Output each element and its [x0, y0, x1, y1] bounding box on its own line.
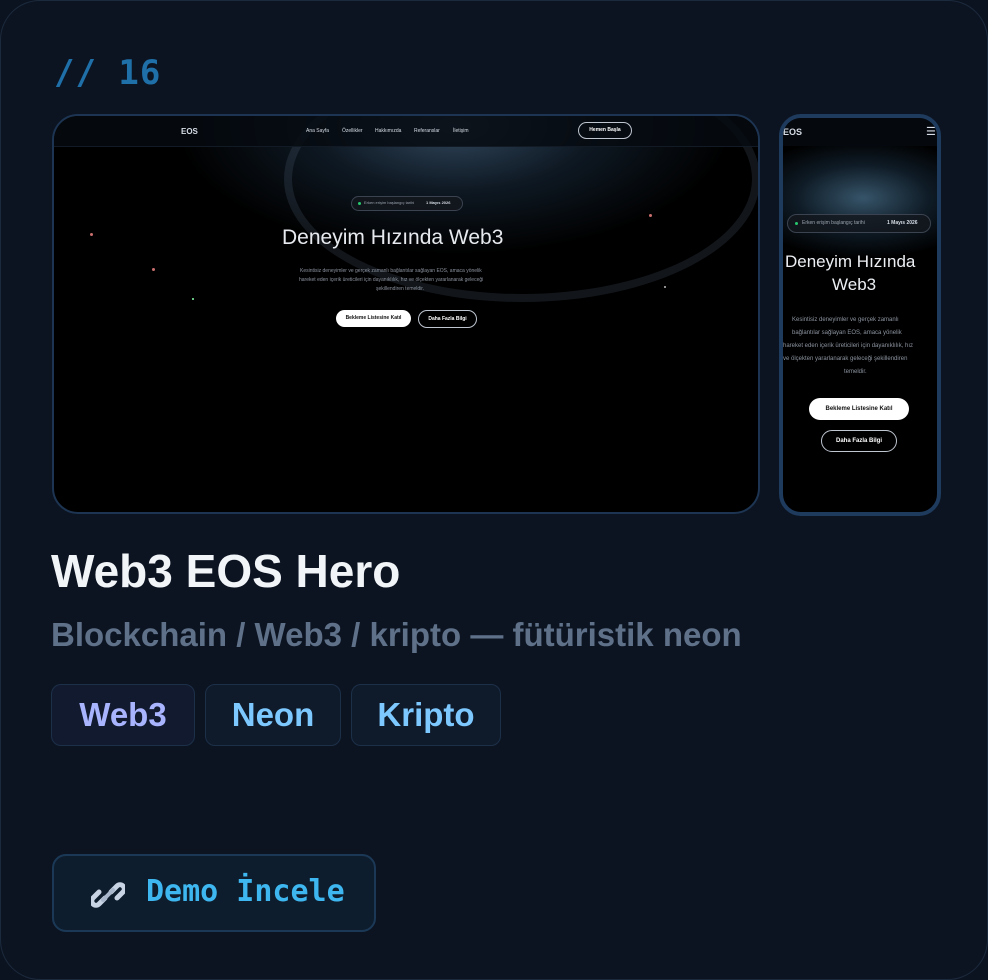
desktop-body-line: şekillendiren temeldir.	[376, 286, 425, 292]
desktop-cta-button[interactable]: Hemen Başla	[578, 122, 632, 139]
desktop-nav-features[interactable]: Özellikler	[342, 128, 363, 134]
desktop-badge-text: Erken erişim başlangıç tarihi	[364, 200, 415, 205]
demo-button[interactable]: Demo İncele	[52, 854, 376, 932]
mobile-more-info-button[interactable]: Daha Fazla Bilgi	[821, 430, 897, 452]
desktop-logo: EOS	[181, 127, 198, 136]
mobile-body-line: temeldir.	[844, 369, 867, 375]
tag-kripto: Kripto	[351, 684, 501, 746]
mobile-badge-date: 1 Mayıs 2026	[887, 220, 918, 226]
desktop-preview[interactable]: EOS Ana Sayfa Özellikler Hakkımızda Refe…	[52, 114, 760, 514]
status-dot	[795, 222, 798, 225]
hamburger-icon[interactable]: ☰	[926, 125, 936, 138]
desktop-navbar: EOS Ana Sayfa Özellikler Hakkımızda Refe…	[54, 116, 758, 147]
desktop-nav-home[interactable]: Ana Sayfa	[306, 128, 329, 134]
mobile-logo: EOS	[783, 127, 803, 137]
star-dot	[664, 286, 666, 288]
tag-web3: Web3	[51, 684, 195, 746]
mobile-nebula	[783, 138, 937, 258]
mobile-headline-line2: Web3	[832, 275, 877, 294]
mobile-badge: Erken erişim başlangıç tarihi 1 Mayıs 20…	[787, 214, 931, 233]
mobile-body-line: ve ölçekten yararlanarak geleceği şekill…	[783, 356, 908, 362]
project-number: // 16	[54, 53, 162, 93]
star-dot	[90, 233, 93, 236]
star-dot	[192, 298, 194, 300]
mobile-body-line: bağlantılar sağlayan EOS, amaca yönelik	[792, 330, 902, 336]
mobile-headline-line1: Deneyim Hızında	[785, 252, 916, 271]
desktop-badge-date: 1 Mayıs 2026	[426, 200, 451, 205]
desktop-body-line: hareket eden içerik üreticileri için day…	[299, 277, 484, 283]
project-card: // 16 EOS Ana Sayfa Özellikler Hakkımızd…	[0, 0, 988, 980]
desktop-badge: Erken erişim başlangıç tarihi 1 Mayıs 20…	[351, 196, 463, 211]
desktop-nav-about[interactable]: Hakkımızda	[375, 128, 401, 134]
mobile-waitlist-button[interactable]: Bekleme Listesine Katıl	[809, 398, 909, 420]
project-title: Web3 EOS Hero	[51, 545, 401, 597]
project-subtitle: Blockchain / Web3 / kripto — fütüristik …	[51, 616, 742, 653]
desktop-body-line: Kesintisiz deneyimler ve gerçek zamanlı …	[300, 268, 482, 274]
tag-neon: Neon	[205, 684, 341, 746]
link-icon	[91, 882, 125, 908]
status-dot	[358, 202, 361, 205]
desktop-headline: Deneyim Hızında Web3	[282, 226, 504, 249]
mobile-preview[interactable]: EOS ☰ Erken erişim başlangıç tarihi 1 Ma…	[779, 114, 941, 516]
mobile-navbar: EOS ☰	[783, 118, 937, 146]
desktop-nav-references[interactable]: Referanslar	[414, 128, 440, 134]
desktop-waitlist-button[interactable]: Bekleme Listesine Katıl	[336, 310, 411, 327]
mobile-body-line: hareket eden içerik üreticileri için day…	[783, 343, 914, 349]
demo-button-label: Demo İncele	[146, 874, 345, 909]
star-dot	[649, 214, 652, 217]
star-dot	[152, 268, 155, 271]
desktop-nav-contact[interactable]: İletişim	[453, 128, 469, 134]
desktop-more-info-button[interactable]: Daha Fazla Bilgi	[418, 310, 477, 328]
mobile-badge-text: Erken erişim başlangıç tarihi	[802, 220, 865, 226]
mobile-body-line: Kesintisiz deneyimler ve gerçek zamanlı	[792, 317, 899, 323]
